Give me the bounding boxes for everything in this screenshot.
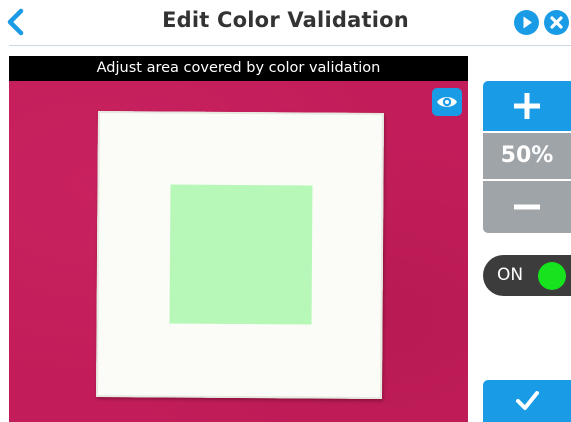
play-icon	[523, 16, 532, 29]
play-button[interactable]	[514, 10, 539, 35]
plus-icon	[514, 93, 540, 119]
header-bar: Edit Color Validation	[0, 0, 571, 46]
minus-icon	[514, 204, 540, 210]
eye-icon	[437, 97, 457, 107]
toggle-visibility-button[interactable]	[432, 88, 462, 116]
zoom-level-display: 50%	[483, 133, 571, 179]
page-title: Edit Color Validation	[162, 8, 409, 32]
camera-view[interactable]: Adjust area covered by color validation	[9, 56, 468, 422]
close-icon	[550, 16, 563, 29]
zoom-out-button[interactable]	[483, 181, 571, 233]
confirm-button[interactable]	[483, 380, 571, 422]
chevron-left-icon	[7, 8, 24, 36]
back-button[interactable]	[2, 6, 32, 38]
edit-color-validation-screen: Edit Color Validation Adjust area covere…	[0, 0, 571, 422]
validation-area[interactable]	[169, 184, 313, 325]
header-divider	[9, 45, 571, 46]
checkmark-icon	[516, 391, 539, 410]
instruction-banner: Adjust area covered by color validation	[9, 56, 468, 81]
zoom-in-button[interactable]	[483, 81, 571, 131]
toggle-label: ON	[497, 265, 524, 285]
validation-toggle[interactable]: ON	[483, 255, 571, 296]
close-button[interactable]	[544, 10, 569, 35]
toggle-knob	[538, 262, 566, 290]
